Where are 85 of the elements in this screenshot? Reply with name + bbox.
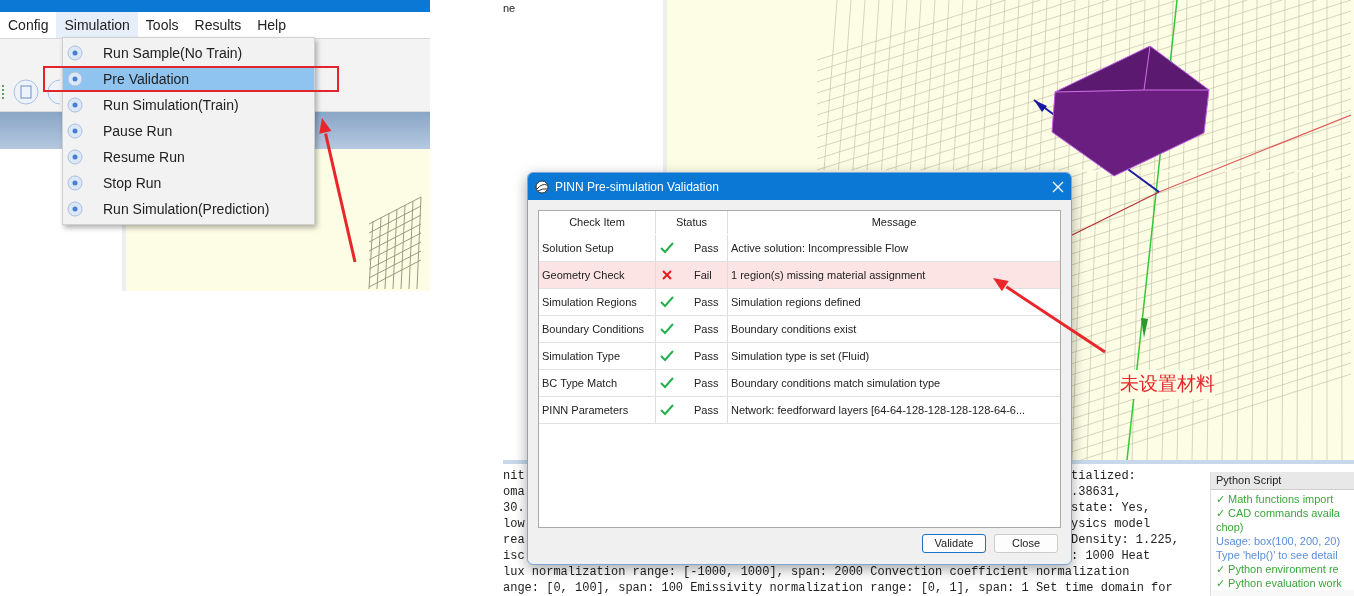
table-row[interactable]: Boundary Conditions Pass Boundary conditions exist bbox=[539, 316, 1060, 343]
table-cell: BC Type Match bbox=[539, 370, 656, 396]
console-line: : 1000 Heat bbox=[1071, 548, 1151, 564]
table-cell-text: Boundary conditions match simulation type bbox=[730, 375, 942, 391]
check-icon bbox=[660, 242, 674, 254]
table-cell-text: Fail bbox=[694, 267, 712, 283]
table-row[interactable]: Simulation Type Pass Simulation type is set (Fluid) bbox=[539, 343, 1060, 370]
table-cell-text: Pass bbox=[694, 294, 719, 310]
table-cell-text: Simulation type is set (Fluid) bbox=[730, 348, 871, 364]
circle-icon bbox=[67, 201, 83, 217]
annotation-text: 未设置材料 bbox=[1120, 370, 1215, 399]
table-cell: PINN Parameters bbox=[539, 397, 656, 423]
menu-item[interactable]: Results bbox=[186, 12, 250, 38]
output-line: ✓ Python evaluation work bbox=[1216, 576, 1343, 590]
check-icon bbox=[660, 404, 674, 416]
table-cell-text: Pass bbox=[694, 375, 719, 391]
console-line: Density: 1.225, bbox=[1071, 532, 1180, 548]
table-cell-text: Network: feedforward layers [64-64-128-128-128-128-64-6... bbox=[730, 402, 1027, 418]
check-icon bbox=[660, 350, 674, 362]
table-row[interactable]: Simulation Regions Pass Simulation regions defined bbox=[539, 289, 1060, 316]
menu-item[interactable]: Stop Run bbox=[63, 170, 314, 196]
dialog-button[interactable]: Close bbox=[994, 534, 1058, 553]
console-line: low bbox=[503, 517, 525, 531]
column-header: Message bbox=[870, 215, 918, 231]
console-line: lux normalization range: [-1000, 1000], span: 2000 Convection coefficient normalization bbox=[503, 565, 1130, 579]
output-line: Type 'help()' to see detail bbox=[1216, 548, 1339, 562]
circle-icon bbox=[67, 45, 83, 61]
console-line: isc bbox=[503, 549, 525, 563]
table-cell: Solution Setup bbox=[539, 235, 656, 261]
close-icon[interactable] bbox=[1052, 180, 1064, 193]
check-icon bbox=[660, 296, 674, 308]
panel-title: Python Script bbox=[1211, 472, 1354, 490]
menu-item[interactable]: Run Simulation(Prediction) bbox=[63, 196, 314, 222]
console-line: .38631, bbox=[1071, 484, 1122, 500]
console-line: ysics model bbox=[1071, 516, 1151, 532]
circle-icon bbox=[67, 71, 83, 87]
output-line: ✓ Math functions import bbox=[1216, 492, 1335, 506]
table-cell: Simulation Regions bbox=[539, 289, 656, 315]
table-cell-text: Boundary conditions exist bbox=[730, 321, 858, 337]
console-line: tialized: bbox=[1071, 468, 1136, 484]
console-line: oma bbox=[503, 485, 525, 499]
circle-icon bbox=[67, 149, 83, 165]
output-line: ✓ CAD commands availa bbox=[1216, 506, 1341, 520]
console-line: rea bbox=[503, 533, 525, 547]
table-row[interactable]: PINN Parameters Pass Network: feedforward layers [64-64-128-128-128-128-64-6... bbox=[539, 397, 1060, 424]
menu-item[interactable]: Run Simulation(Train) bbox=[63, 92, 314, 118]
table-cell: Boundary Conditions bbox=[539, 316, 656, 342]
menu-item[interactable]: Tools bbox=[137, 12, 187, 38]
grip-icon bbox=[2, 85, 5, 99]
table-cell: Simulation Type bbox=[539, 343, 656, 369]
console-line: nit bbox=[503, 469, 525, 483]
dialog-button[interactable]: Validate bbox=[922, 534, 986, 553]
check-icon bbox=[660, 377, 674, 389]
circle-icon bbox=[67, 175, 83, 191]
console-line: ange: [0, 100], span: 100 Emissivity normalization range: [0, 1], span: 1 Set time domain for bbox=[503, 581, 1173, 595]
table-cell-text: Simulation regions defined bbox=[730, 294, 862, 310]
output-line: Usage: box(100, 200, 20) bbox=[1216, 534, 1342, 548]
menu-item[interactable]: Config bbox=[0, 12, 57, 38]
output-line: ✓ Python environment re bbox=[1216, 562, 1340, 576]
table-cell: Geometry Check bbox=[539, 262, 656, 288]
dialog-title: PINN Pre-simulation Validation bbox=[555, 178, 719, 196]
menu-item[interactable]: Pause Run bbox=[63, 118, 314, 144]
column-header: Status bbox=[656, 211, 728, 234]
table-cell-text: Pass bbox=[694, 321, 719, 337]
check-icon bbox=[660, 323, 674, 335]
table-cell-text: Pass bbox=[694, 348, 719, 364]
output-line: chop) bbox=[1216, 520, 1245, 534]
table-cell-text: 1 region(s) missing material assignment bbox=[730, 267, 927, 283]
column-header: Check Item bbox=[539, 211, 656, 234]
menu-item[interactable]: Simulation bbox=[56, 12, 138, 38]
menu-item[interactable]: Resume Run bbox=[63, 144, 314, 170]
console-line: 30. bbox=[503, 501, 525, 515]
tree-item[interactable]: ne bbox=[503, 2, 516, 14]
circle-icon bbox=[67, 123, 83, 139]
cross-icon bbox=[660, 269, 674, 281]
table-cell-text: Pass bbox=[694, 240, 719, 256]
table-row[interactable]: BC Type Match Pass Boundary conditions match simulation type bbox=[539, 370, 1060, 397]
table-cell-text: Active solution: Incompressible Flow bbox=[730, 240, 910, 256]
circle-icon bbox=[67, 97, 83, 113]
table-row[interactable]: Geometry Check Fail 1 region(s) missing material assignment bbox=[539, 262, 1060, 289]
console-line: state: Yes, bbox=[1071, 500, 1151, 516]
globe-icon bbox=[535, 179, 549, 194]
menu-item[interactable]: Run Sample(No Train) bbox=[63, 40, 314, 66]
table-cell-text: Pass bbox=[694, 402, 719, 418]
menu-item[interactable]: Help bbox=[249, 12, 294, 38]
